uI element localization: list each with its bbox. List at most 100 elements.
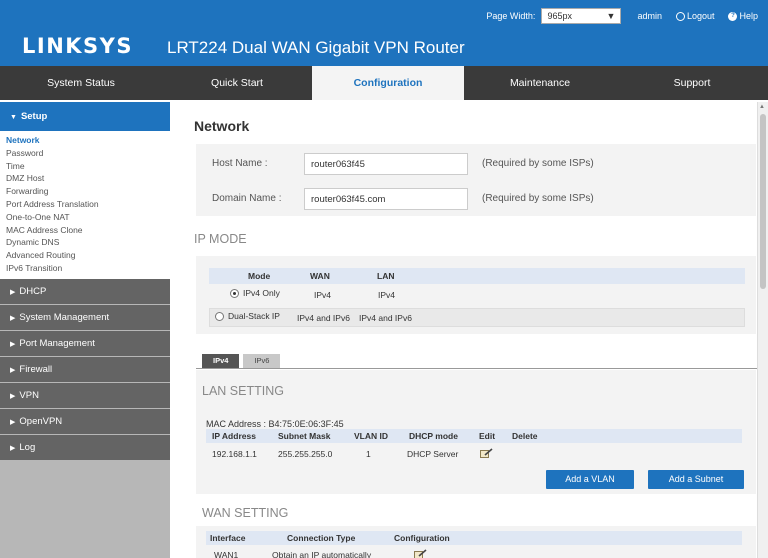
- lan-row-mask: 255.255.255.0: [278, 449, 333, 459]
- mode-row-ipv4-only[interactable]: IPv4 Only: [230, 288, 280, 299]
- domain-name-input[interactable]: [304, 188, 468, 210]
- sidebar-item-time[interactable]: Time: [6, 160, 170, 173]
- page-scrollbar[interactable]: ▲: [757, 102, 768, 558]
- sidebar-group-dhcp[interactable]: ▶ DHCP: [0, 278, 170, 304]
- radio-ipv4-only[interactable]: [230, 289, 239, 299]
- setup-submenu: Network Password Time DMZ Host Forwardin…: [0, 131, 170, 279]
- mac-address-value: B4:75:0E:06:3F:45: [268, 419, 344, 429]
- lan-settings-panel: LAN SETTING MAC Address : B4:75:0E:06:3F…: [196, 370, 756, 494]
- sidebar-item-network[interactable]: Network: [6, 134, 170, 147]
- logout-label: Logout: [686, 11, 715, 21]
- scroll-thumb[interactable]: [760, 114, 766, 289]
- host-settings-panel: Host Name : (Required by some ISPs) Doma…: [196, 144, 756, 216]
- tab-system-status[interactable]: System Status: [0, 66, 162, 100]
- mode-table-header: [209, 268, 745, 284]
- tab-quick-start[interactable]: Quick Start: [162, 66, 312, 100]
- page-width-value: 965px: [547, 11, 572, 21]
- wan-row-type: Obtain an IP automatically: [272, 550, 372, 558]
- mode-row-dual-stack: [209, 308, 745, 327]
- lan-header-vlan: VLAN ID: [354, 431, 388, 441]
- page-width-select[interactable]: 965px ▼: [541, 8, 622, 24]
- caret-right-icon: ▶: [10, 288, 16, 296]
- edit-icon[interactable]: [480, 448, 493, 458]
- help-link[interactable]: ? Help: [728, 11, 758, 21]
- sidebar-group-label: System Management: [19, 311, 110, 323]
- product-title: LRT224 Dual WAN Gigabit VPN Router: [167, 38, 465, 57]
- sidebar-item-password[interactable]: Password: [6, 147, 170, 160]
- tab-ipv4[interactable]: IPv4: [202, 354, 240, 368]
- sidebar-group-firewall[interactable]: ▶ Firewall: [0, 356, 170, 382]
- caret-right-icon: ▶: [10, 444, 16, 452]
- sidebar-group-setup[interactable]: ▼ Setup: [0, 102, 170, 131]
- sidebar-group-vpn[interactable]: ▶ VPN: [0, 382, 170, 408]
- tab-support[interactable]: Support: [616, 66, 768, 100]
- caret-right-icon: ▶: [10, 366, 16, 374]
- domain-name-hint: (Required by some ISPs): [482, 193, 594, 204]
- wan-header-configuration: Configuration: [394, 533, 450, 543]
- sidebar-item-dynamic-dns[interactable]: Dynamic DNS: [6, 236, 170, 249]
- sidebar-item-dmz-host[interactable]: DMZ Host: [6, 172, 170, 185]
- sidebar-item-ipv6-transition[interactable]: IPv6 Transition: [6, 262, 170, 275]
- lan-header-mask: Subnet Mask: [278, 431, 331, 441]
- main-content: Network Host Name : (Required by some IS…: [172, 102, 768, 558]
- mode-row-dual-stack-option[interactable]: Dual-Stack IP: [215, 311, 280, 322]
- sidebar: ▼ Setup Network Password Time DMZ Host Fo…: [0, 102, 170, 558]
- edit-icon[interactable]: [414, 549, 427, 558]
- mode-header-wan: WAN: [310, 271, 330, 281]
- add-vlan-button[interactable]: Add a VLAN: [546, 470, 634, 489]
- mode-lan-value: IPv4: [378, 290, 396, 300]
- sidebar-item-port-address-translation[interactable]: Port Address Translation: [6, 198, 170, 211]
- top-utility-bar: Page Width: 965px ▼ admin Logout ? Help: [486, 8, 758, 24]
- lan-row-vlan: 1: [366, 449, 371, 459]
- caret-right-icon: ▶: [10, 340, 16, 348]
- mode-header-mode: Mode: [248, 271, 271, 281]
- caret-right-icon: ▶: [10, 314, 16, 322]
- sidebar-group-label: DHCP: [19, 285, 47, 297]
- sidebar-group-label: Setup: [20, 111, 48, 122]
- lan-row-ip: 192.168.1.1: [212, 449, 257, 459]
- host-name-hint: (Required by some ISPs): [482, 158, 594, 169]
- mode-wan-value: IPv4: [314, 290, 332, 300]
- sidebar-group-log[interactable]: ▶ Log: [0, 434, 170, 460]
- main-navigation: System Status Quick Start Configuration …: [0, 66, 768, 100]
- mac-address-line: MAC Address : B4:75:0E:06:3F:45: [206, 419, 344, 429]
- tab-divider: [196, 368, 768, 369]
- help-label: Help: [739, 11, 758, 21]
- radio-dual-stack[interactable]: [215, 312, 224, 322]
- sidebar-item-one-to-one-nat[interactable]: One-to-One NAT: [6, 211, 170, 224]
- scroll-up-icon[interactable]: ▲: [759, 104, 765, 110]
- sidebar-group-port-management[interactable]: ▶ Port Management: [0, 330, 170, 356]
- tab-maintenance[interactable]: Maintenance: [464, 66, 616, 100]
- page-width-label: Page Width:: [486, 11, 536, 21]
- logout-link[interactable]: Logout: [675, 11, 715, 21]
- ip-mode-title: IP MODE: [194, 232, 247, 246]
- mode-label: Dual-Stack IP: [228, 311, 280, 321]
- mac-address-label: MAC Address :: [206, 419, 267, 429]
- wan-row-interface: WAN1: [214, 550, 239, 558]
- wan-settings-panel: Interface Connection Type Configuration …: [196, 526, 756, 558]
- add-subnet-button[interactable]: Add a Subnet: [648, 470, 744, 489]
- host-name-label: Host Name :: [212, 158, 268, 169]
- mode-header-lan: LAN: [377, 271, 395, 281]
- lan-setting-title: LAN SETTING: [202, 384, 284, 398]
- help-icon: ?: [728, 11, 738, 21]
- sidebar-item-mac-address-clone[interactable]: MAC Address Clone: [6, 224, 170, 237]
- header-bar: LINKSYS LRT224 Dual WAN Gigabit VPN Rout…: [0, 0, 768, 66]
- caret-right-icon: ▶: [10, 418, 16, 426]
- sidebar-item-advanced-routing[interactable]: Advanced Routing: [6, 249, 170, 262]
- tab-ipv6[interactable]: IPv6: [243, 354, 281, 368]
- sidebar-group-openvpn[interactable]: ▶ OpenVPN: [0, 408, 170, 434]
- admin-user: admin: [637, 11, 662, 21]
- sidebar-group-label: OpenVPN: [19, 415, 63, 427]
- host-name-input[interactable]: [304, 153, 468, 175]
- sidebar-group-label: Firewall: [19, 363, 53, 375]
- tab-configuration[interactable]: Configuration: [312, 66, 464, 100]
- sidebar-item-forwarding[interactable]: Forwarding: [6, 185, 170, 198]
- sidebar-group-label: Log: [19, 441, 36, 453]
- sidebar-group-system-management[interactable]: ▶ System Management: [0, 304, 170, 330]
- lan-header-delete: Delete: [512, 431, 538, 441]
- caret-right-icon: ▶: [10, 392, 16, 400]
- lan-header-ip: IP Address: [212, 431, 256, 441]
- wan-header-interface: Interface: [210, 533, 246, 543]
- linksys-logo: LINKSYS: [22, 34, 133, 58]
